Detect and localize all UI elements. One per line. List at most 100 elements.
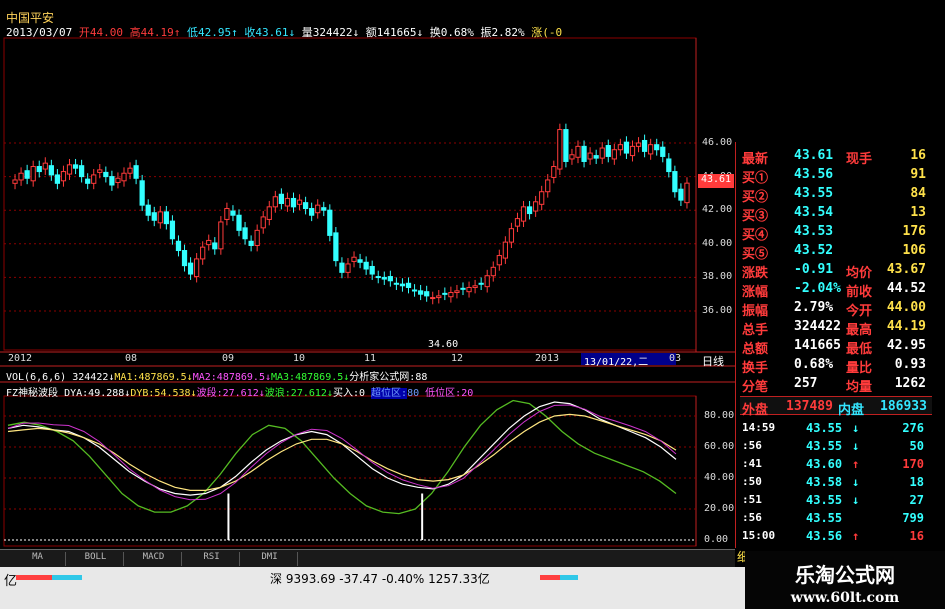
indicator-tick-label: 20.00 (704, 503, 735, 514)
watermark: 乐淘公式网 www.60lt.com (745, 551, 945, 609)
candle-body (42, 162, 48, 170)
indicator-tick-label: 40.00 (704, 472, 735, 483)
tick-volume: 18 (909, 475, 924, 489)
candle-body (236, 214, 242, 231)
candle-body (460, 287, 466, 290)
ma3-label: MA3: (271, 372, 296, 383)
tick-volume: 170 (902, 457, 924, 471)
tick-time: :56 (742, 511, 762, 524)
candle-body (545, 179, 551, 193)
candle-body (139, 180, 145, 206)
inner-label: 内盘 (838, 403, 865, 418)
candle-body (315, 204, 321, 214)
quote-value2: 44.19 (886, 319, 926, 334)
candle-body (127, 167, 133, 174)
quote-value: -2.04% (794, 281, 841, 296)
tick-time: 15:00 (742, 529, 776, 542)
candle-body (490, 266, 496, 277)
index-change: -37.47 (339, 572, 378, 586)
dyb-label: DYB: (130, 388, 155, 399)
trade-tick-row: :56 43.55 799 (740, 510, 932, 528)
time-tick-label: 2012 (8, 353, 33, 364)
candle-body (411, 289, 418, 292)
candle-body (520, 206, 527, 222)
candle-body (660, 146, 666, 157)
quote-panel: 最新 43.61 现手 16 买① 43.56 91 买② 43.55 84 买③ 43.54 13 买④… (735, 142, 935, 548)
candle-body (436, 295, 442, 299)
indicator-tab-dmi[interactable]: DMI (242, 552, 298, 566)
candle-body (18, 172, 24, 181)
candle-body (290, 197, 297, 208)
ma3-value: 487869.5 (295, 372, 344, 383)
candle-body (224, 208, 230, 220)
quote-value: 43.61 (794, 148, 834, 163)
tick-direction: ↑ (852, 529, 860, 543)
quote-row: 买① 43.56 91 (740, 165, 932, 186)
time-tick-label: 11 (364, 353, 377, 364)
candle-body (103, 171, 109, 178)
turnover-value: 0.68% (440, 26, 474, 39)
candle-body (405, 282, 412, 288)
candle-body (30, 166, 36, 182)
quote-value: 141665 (794, 338, 841, 353)
close-value: 43.61 (255, 26, 289, 39)
time-tick-label: 08 (125, 353, 138, 364)
quote-row: 总额 141665 最低 42.95 (740, 336, 932, 357)
candle-body (575, 145, 581, 158)
candle-body (145, 204, 151, 216)
candle-body (278, 193, 285, 204)
indicator-tick-label: 60.00 (704, 441, 735, 452)
quote-value: 43.53 (794, 224, 834, 239)
change-value: (-0 (542, 26, 563, 39)
index-amount: 1257.33亿 (428, 572, 490, 586)
tick-direction: ↓ (852, 421, 860, 435)
bd-label: 波段: (196, 388, 223, 399)
indicator-tab-ma[interactable]: MA (10, 552, 66, 566)
candle-body (266, 206, 272, 220)
tick-time: :41 (742, 457, 762, 470)
quote-value2: 43.67 (886, 262, 926, 277)
candle-body (417, 290, 424, 295)
candle-body (169, 220, 176, 240)
chart-canvas[interactable] (0, 0, 735, 549)
quote-row: 买⑤ 43.52 106 (740, 241, 932, 262)
candle-body (339, 262, 345, 273)
candle-body (654, 144, 660, 151)
ma1-label: MA1: (114, 372, 139, 383)
indicator-tabs: MA BOLL MACD RSI DMI (0, 549, 735, 567)
market-index: 深 9393.69 -37.47 -0.40% 1257.33亿 (270, 570, 490, 587)
quote-row: 买② 43.55 84 (740, 184, 932, 205)
candle-body (599, 147, 605, 159)
low-price-marker: 34.60 (428, 339, 459, 350)
candle-body (36, 166, 42, 173)
tick-price: 43.60 (806, 457, 843, 471)
candle-body (393, 282, 400, 285)
quote-value: 0.68% (794, 357, 834, 372)
indicator-tab-rsi[interactable]: RSI (184, 552, 240, 566)
index-pct: -0.40% (381, 572, 425, 586)
candle-body (448, 292, 454, 298)
volume-indicator-line: VOL(6,6,6) 324422↓MA1:487869.5↓MA2:48786… (6, 372, 428, 383)
indicator-tab-macd[interactable]: MACD (126, 552, 182, 566)
time-tick-label: 09 (222, 353, 235, 364)
tick-direction: ↓ (852, 493, 860, 507)
candle-body (581, 145, 587, 162)
period-label[interactable]: 日线 (702, 353, 724, 369)
volume-label: 量 (301, 26, 313, 39)
amplitude-value: 2.82% (491, 26, 525, 39)
turnover-label: 换 (429, 26, 441, 39)
candle-body (629, 145, 636, 157)
high-zone-value: 80 (407, 388, 420, 399)
candle-body (430, 297, 436, 300)
candle-body (24, 170, 30, 179)
indicator-tab-boll[interactable]: BOLL (68, 552, 124, 566)
quote-row: 总手 324422 最高 44.19 (740, 317, 932, 338)
candle-body (563, 129, 569, 162)
high-value: 44.19 (140, 26, 174, 39)
candle-body (78, 165, 85, 178)
candle-body (212, 242, 218, 250)
quote-value2: 44.00 (886, 300, 926, 315)
candle-body (157, 211, 163, 224)
indicator-tick-label: 80.00 (704, 410, 735, 421)
wave-line (7, 399, 677, 515)
